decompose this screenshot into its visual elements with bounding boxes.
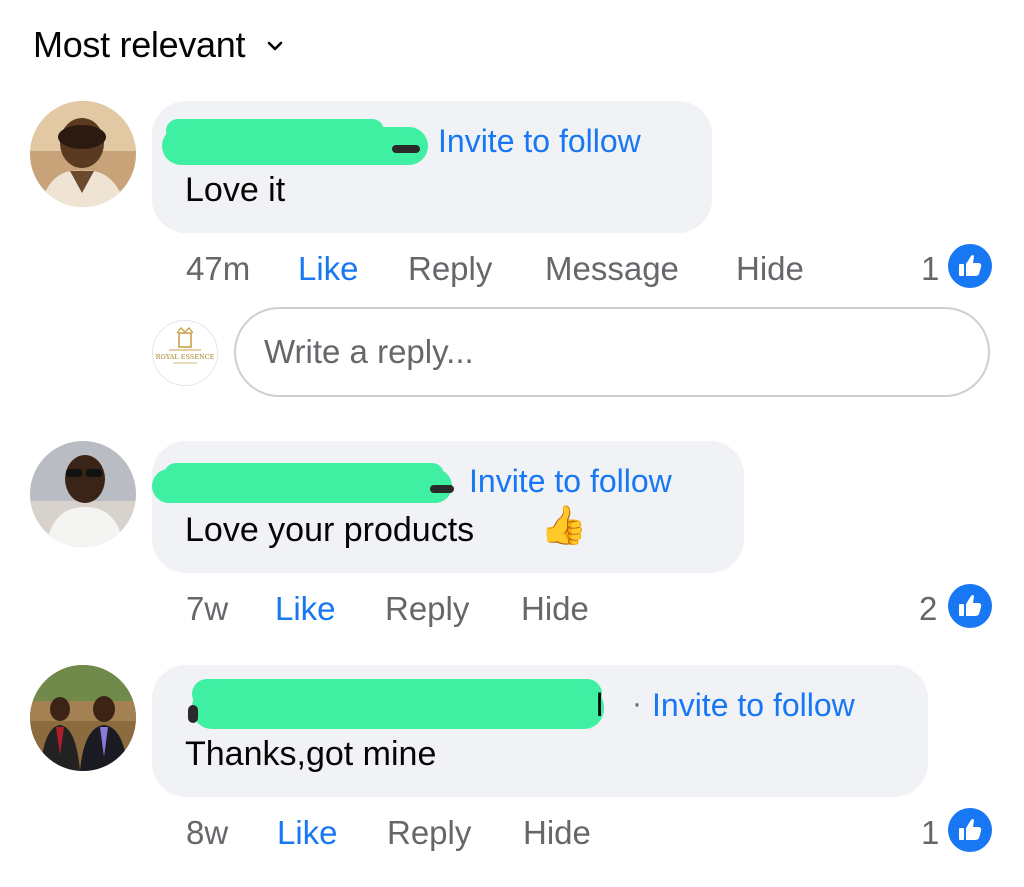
write-reply-input[interactable] [234,307,990,397]
name-fragment [188,705,198,723]
page-logo-avatar: ROYAL ESSENCE [152,320,218,386]
chevron-down-icon [267,39,283,57]
commenter-avatar[interactable] [30,665,136,771]
name-fragment [392,145,420,153]
redacted-name [152,469,452,503]
comment-text: Love your products [185,511,475,549]
like-button[interactable]: Like [298,250,359,288]
thumbs-up-emoji: 👍 [540,505,588,547]
reply-button[interactable]: Reply [408,250,492,288]
commenter-avatar[interactable] [30,441,136,547]
comment-text: Thanks,got mine [185,735,437,773]
redacted-name [192,687,604,729]
like-reaction-icon [948,244,992,288]
comment-timestamp[interactable]: 47m [186,250,250,288]
like-reaction-icon [948,808,992,852]
comment-bubble: Invite to follow Love it [152,101,712,233]
redacted-name [162,127,428,165]
comment-text: Love it [185,171,286,209]
like-button[interactable]: Like [275,590,336,628]
page-logo-text: ROYAL ESSENCE [156,353,215,361]
comment-bubble: Invite to follow Love your products 👍 [152,441,744,573]
invite-to-follow-link[interactable]: Invite to follow [469,463,672,500]
invite-to-follow-link[interactable]: Invite to follow [652,687,855,724]
reply-button[interactable]: Reply [385,590,469,628]
separator-dot: · [632,687,642,720]
commenter-avatar[interactable] [30,101,136,207]
hide-button[interactable]: Hide [736,250,804,288]
hide-button[interactable]: Hide [521,590,589,628]
like-reaction-icon [948,584,992,628]
comment-timestamp[interactable]: 8w [186,814,228,852]
like-button[interactable]: Like [277,814,338,852]
name-fragment-text: l [596,687,604,723]
hide-button[interactable]: Hide [523,814,591,852]
name-fragment [430,485,454,493]
like-count[interactable]: 1 [921,814,939,852]
comment-timestamp[interactable]: 7w [186,590,228,628]
like-count[interactable]: 1 [921,250,939,288]
reply-button[interactable]: Reply [387,814,471,852]
sort-dropdown[interactable]: Most relevant [33,24,283,66]
message-button[interactable]: Message [545,250,679,288]
invite-to-follow-link[interactable]: Invite to follow [438,123,641,160]
sort-label: Most relevant [33,24,246,65]
like-count[interactable]: 2 [919,590,937,628]
comment-bubble: l · Invite to follow Thanks,got mine [152,665,928,797]
